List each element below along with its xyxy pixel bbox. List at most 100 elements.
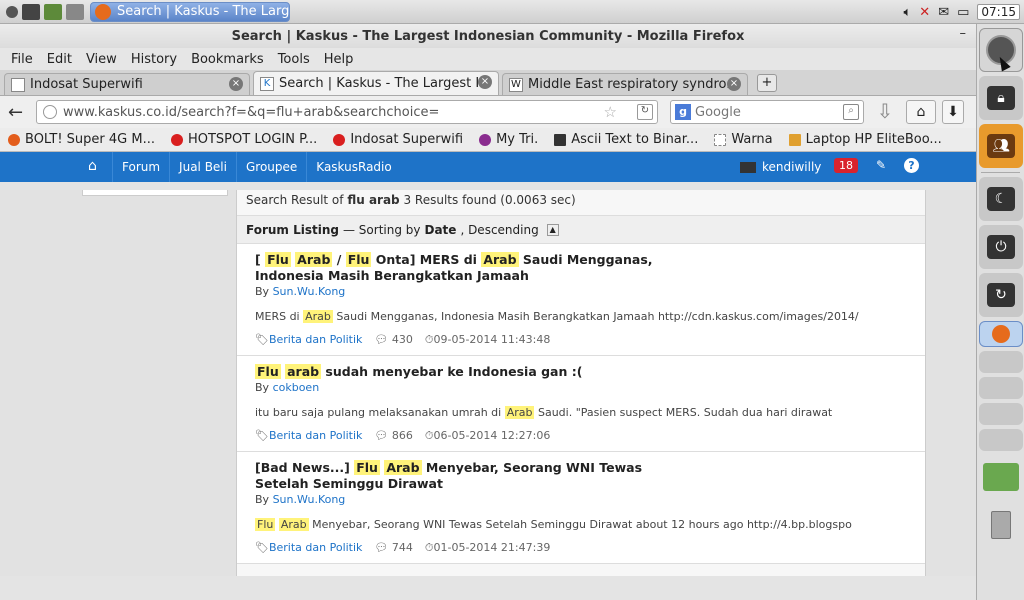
text: Onta] MERS di (371, 252, 482, 267)
author-link[interactable]: Sun.Wu.Kong (273, 493, 346, 506)
terminal-icon[interactable] (22, 3, 40, 20)
highlighted-term: Arab (295, 252, 333, 267)
reply-count: 866 (391, 429, 413, 442)
tab-kaskus-search[interactable]: K Search | Kaskus - The Largest I... × (253, 71, 499, 95)
new-tab-button[interactable]: + (757, 74, 777, 92)
battery-icon[interactable]: ▭ (957, 5, 969, 20)
taskbar-window-title: Search | Kaskus - The Larg... (117, 4, 290, 19)
bookmark-indosat[interactable]: Indosat Superwifi (333, 132, 463, 147)
bookmark-warna[interactable]: Warna (714, 132, 773, 147)
bookmark-bolt[interactable]: BOLT! Super 4G M... (8, 132, 155, 147)
kaskus-icon: K (260, 76, 274, 91)
dock-item-users[interactable]: 👥︎ (979, 124, 1023, 168)
network-disabled-icon[interactable]: ✕ (919, 5, 930, 20)
dock-item-home-folder[interactable] (979, 455, 1023, 499)
tag-icon: 🏷︎Berita dan Politik (255, 333, 363, 346)
bookmark-label: Warna (731, 132, 773, 147)
minimize-button[interactable]: – (960, 26, 967, 41)
clock-icon: ⏱︎09-05-2014 11:43:48 (424, 333, 551, 346)
download-arrow-icon[interactable]: ⇩ (870, 100, 900, 124)
volume-icon[interactable]: 🔈︎ (903, 5, 911, 20)
sort-order: , Descending (460, 222, 539, 237)
notification-badge[interactable]: 18 (834, 158, 858, 173)
tab-wikipedia-mers[interactable]: W Middle East respiratory syndro... × (502, 73, 748, 95)
thread-title[interactable]: Flu arab sudah menyebar ke Indonesia gan… (255, 364, 675, 380)
menu-history[interactable]: History (124, 52, 184, 67)
mail-icon[interactable]: ✉ (938, 5, 949, 20)
dock-item-firefox[interactable] (979, 321, 1023, 347)
menu-view[interactable]: View (79, 52, 124, 67)
search-box[interactable]: g Google ⌕ (670, 100, 864, 124)
nav-forum[interactable]: Forum (112, 152, 169, 182)
reload-icon[interactable]: ↻ (637, 104, 653, 120)
sort-field[interactable]: Date (425, 223, 457, 237)
menu-help[interactable]: Help (317, 52, 361, 67)
highlighted-term: Arab (278, 518, 309, 531)
author-line: By Sun.Wu.Kong (255, 493, 907, 506)
nav-kaskusradio[interactable]: KaskusRadio (306, 152, 400, 182)
bookmark-laptop-hp[interactable]: Laptop HP EliteBoo... (788, 132, 942, 147)
author-link[interactable]: cokboen (273, 381, 320, 394)
search-results-panel: Search Result of flu arab 3 Results foun… (236, 190, 926, 576)
globe-icon (43, 105, 57, 119)
username: kendiwilly (762, 160, 822, 174)
menu-bookmarks[interactable]: Bookmarks (184, 52, 271, 67)
menu-tools[interactable]: Tools (271, 52, 317, 67)
text: itu baru saja pulang melaksanakan umrah … (255, 406, 505, 419)
folder-icon (983, 463, 1019, 491)
help-icon[interactable]: ? (904, 158, 919, 173)
result-query: flu arab (347, 193, 400, 207)
close-tab-icon[interactable]: × (478, 75, 492, 89)
close-tab-icon[interactable]: × (727, 77, 741, 91)
downloads-button[interactable]: ⬇ (942, 100, 964, 124)
search-icon[interactable]: ⌕ (843, 104, 859, 120)
google-icon[interactable]: g (675, 104, 691, 120)
menu-edit[interactable]: Edit (40, 52, 79, 67)
image-viewer-icon[interactable] (44, 3, 62, 20)
menu-file[interactable]: File (4, 52, 40, 67)
bookmark-star-icon[interactable]: ☆ (604, 103, 617, 121)
back-button[interactable]: ← (8, 102, 30, 123)
clock[interactable]: 07:15 (977, 4, 1020, 20)
trash-icon (991, 511, 1011, 539)
home-icon[interactable]: ⌂ (88, 158, 97, 174)
thread-title[interactable]: [Bad News...] Flu Arab Menyebar, Seorang… (255, 460, 675, 492)
bookmark-label: Indosat Superwifi (350, 132, 464, 147)
pencil-icon[interactable]: ✎ (876, 158, 886, 172)
dock-item-restart[interactable]: ↻ (979, 273, 1023, 317)
lock-icon: 🔒︎ (987, 86, 1015, 110)
nav-jual-beli[interactable]: Jual Beli (169, 152, 236, 182)
close-tab-icon[interactable]: × (229, 77, 243, 91)
author-link[interactable]: Sun.Wu.Kong (273, 285, 346, 298)
nav-groupee[interactable]: Groupee (235, 152, 306, 182)
author-line: By Sun.Wu.Kong (255, 285, 907, 298)
tab-strip: Indosat Superwifi × K Search | Kaskus - … (0, 70, 976, 96)
list-item: [Bad News...] Flu Arab Menyebar, Seorang… (237, 452, 925, 564)
users-icon: 👥︎ (987, 134, 1015, 158)
bookmark-hotspot[interactable]: HOTSPOT LOGIN P... (170, 132, 317, 147)
dock-item-sleep[interactable]: ☾ (979, 177, 1023, 221)
thread-title[interactable]: [ Flu Arab / Flu Onta] MERS di Arab Saud… (255, 252, 675, 284)
results-list: [ Flu Arab / Flu Onta] MERS di Arab Saud… (237, 244, 925, 564)
dock-item-trash[interactable] (979, 503, 1023, 547)
category-link[interactable]: Berita dan Politik (269, 429, 362, 442)
home-button[interactable]: ⌂ (906, 100, 936, 124)
bookmark-label: Laptop HP EliteBoo... (805, 132, 942, 147)
taskbar-firefox-window[interactable]: Search | Kaskus - The Larg... (90, 1, 290, 22)
window-icon[interactable] (66, 3, 84, 20)
dock-empty-slot (979, 429, 1023, 451)
collapse-icon[interactable]: ▲ (546, 223, 559, 236)
category-link[interactable]: Berita dan Politik (269, 541, 362, 554)
dock-item-lock[interactable]: 🔒︎ (979, 76, 1023, 120)
sort-text: — Sorting by (342, 222, 421, 237)
bookmark-mytri[interactable]: My Tri. (479, 132, 538, 147)
category-link[interactable]: Berita dan Politik (269, 333, 362, 346)
dock-item-power[interactable]: ⏻ (979, 225, 1023, 269)
user-menu[interactable]: kendiwilly (740, 160, 821, 174)
apple-icon[interactable] (6, 5, 18, 18)
thread-date: 01-05-2014 21:47:39 (433, 541, 551, 554)
bookmarks-toolbar: BOLT! Super 4G M... HOTSPOT LOGIN P... I… (0, 128, 976, 152)
tab-indosat[interactable]: Indosat Superwifi × (4, 73, 250, 95)
bookmark-ascii[interactable]: Ascii Text to Binar... (554, 132, 698, 147)
url-bar[interactable]: www.kaskus.co.id/search?f=&q=flu+arab&se… (36, 100, 658, 124)
